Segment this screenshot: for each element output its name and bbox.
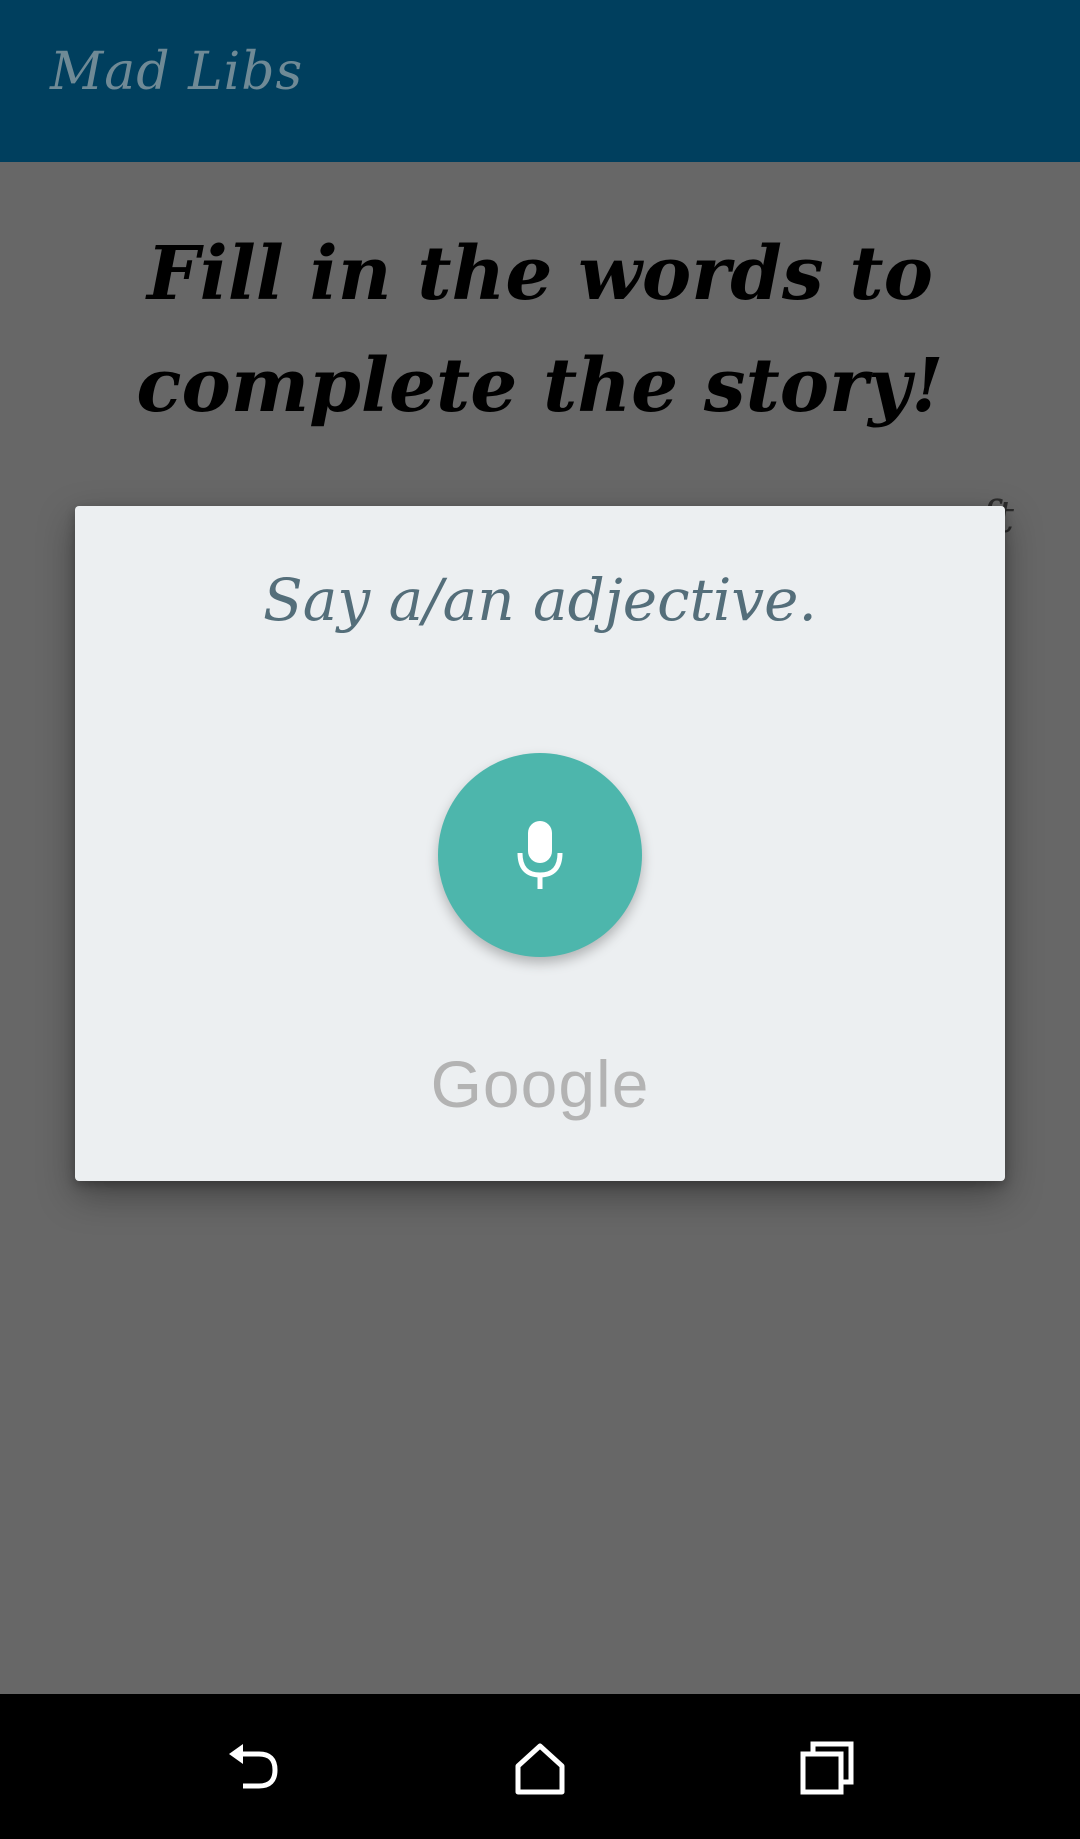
dialog-prompt: Say a/an adjective. (263, 566, 817, 634)
recents-icon (800, 1741, 854, 1795)
app-bar: Mad Libs (0, 0, 1080, 162)
system-nav-bar (0, 1694, 1080, 1839)
google-logo: Google (430, 1047, 650, 1121)
recents-button[interactable] (787, 1728, 867, 1808)
app-title: Mad Libs (50, 42, 304, 102)
microphone-icon (517, 821, 563, 889)
voice-input-dialog: Say a/an adjective. Google (75, 506, 1005, 1181)
back-button[interactable] (213, 1728, 293, 1808)
home-icon (515, 1743, 565, 1795)
back-icon (229, 1744, 278, 1789)
screen: Mad Libs Fill in the words to complete t… (0, 0, 1080, 1839)
microphone-button[interactable] (438, 753, 642, 957)
home-button[interactable] (500, 1728, 580, 1808)
page-headline: Fill in the words to complete the story! (136, 231, 944, 429)
